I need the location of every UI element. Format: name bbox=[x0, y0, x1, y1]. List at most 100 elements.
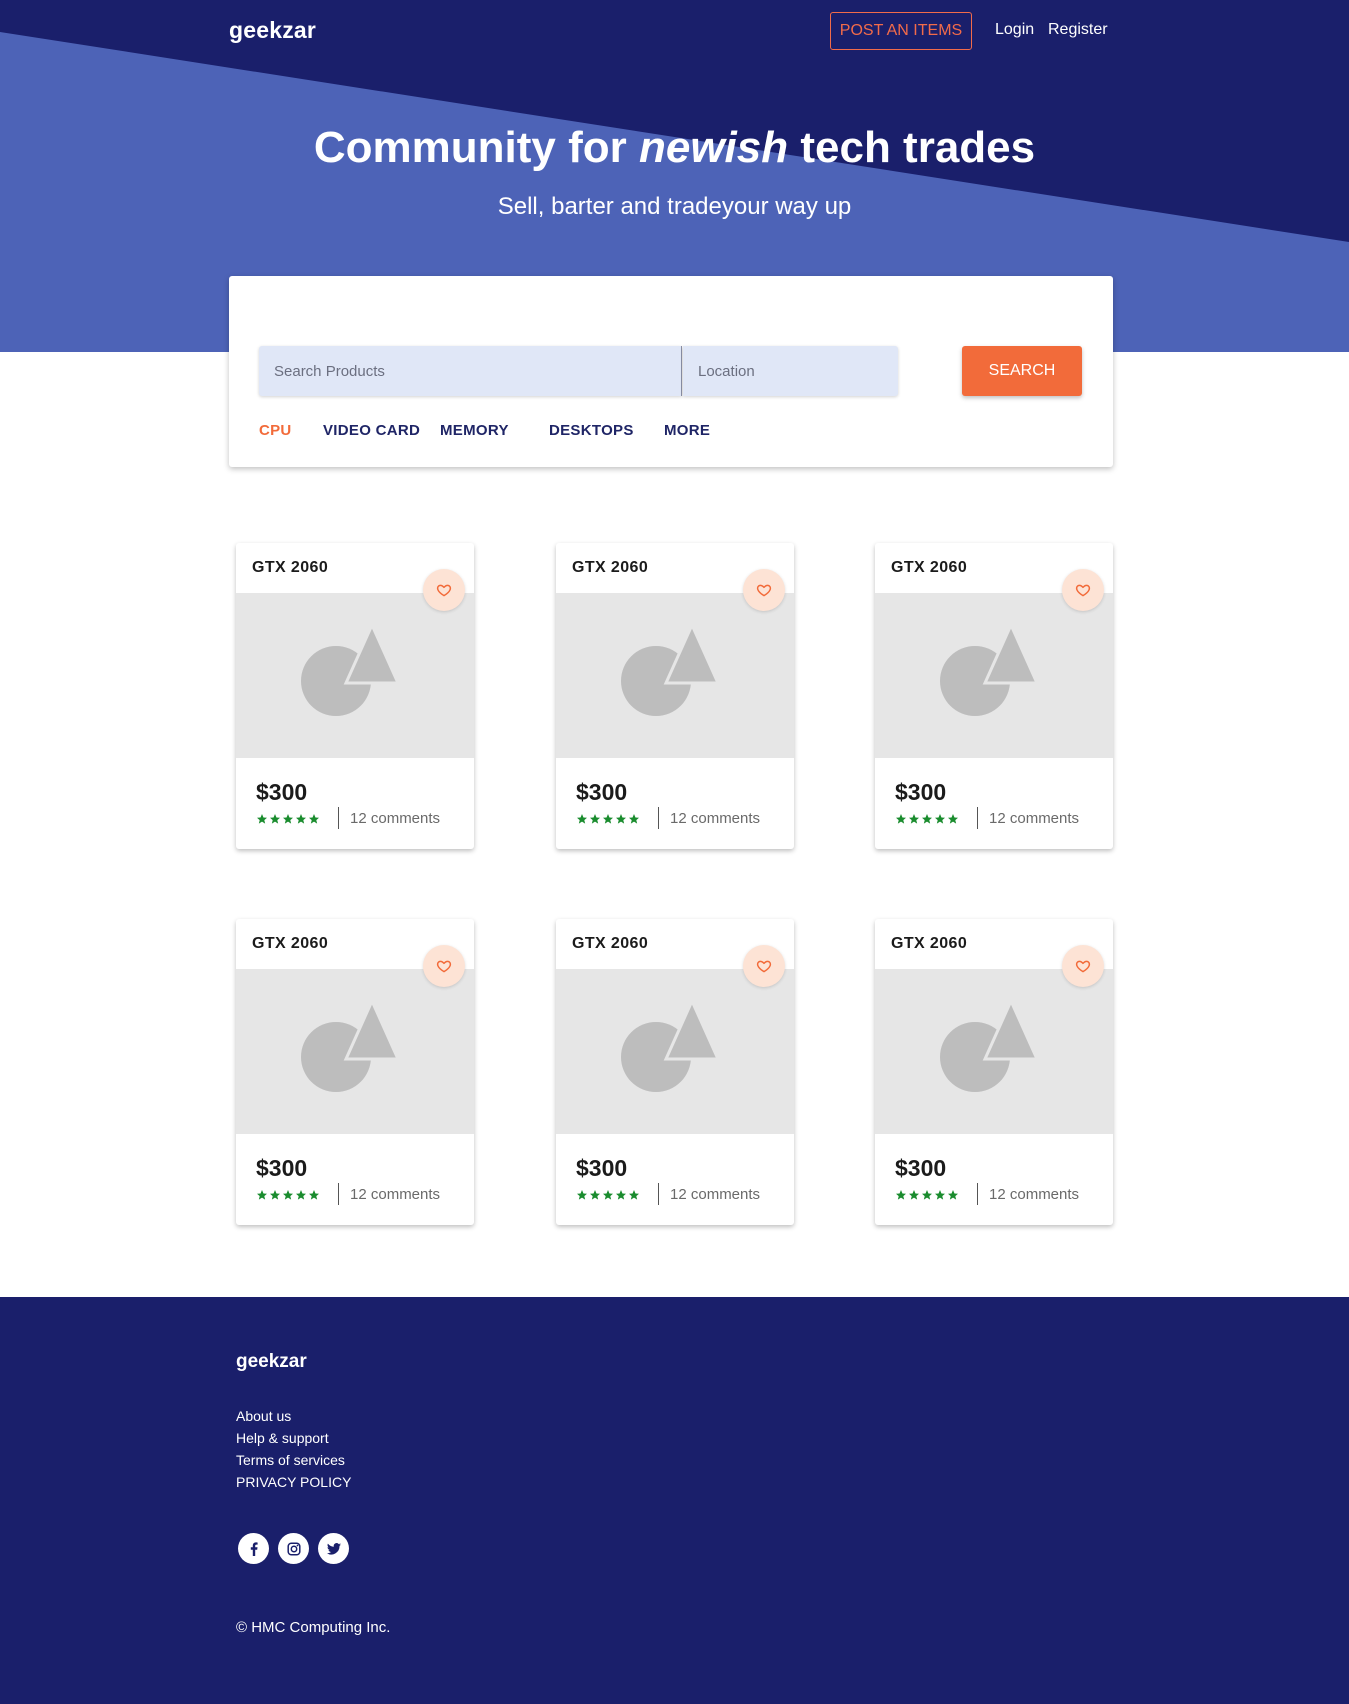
favorite-heart-icon[interactable] bbox=[1062, 945, 1104, 987]
star-icon bbox=[615, 1188, 628, 1202]
product-card[interactable]: GTX 2060 $300 12 comments bbox=[236, 543, 474, 849]
rating-divider bbox=[338, 1183, 339, 1205]
favorite-heart-icon[interactable] bbox=[743, 945, 785, 987]
category-desktops[interactable]: DESKTOPS bbox=[549, 422, 634, 439]
rating-divider bbox=[658, 807, 659, 829]
star-icon bbox=[947, 1188, 960, 1202]
product-title[interactable]: GTX 2060 bbox=[572, 559, 648, 577]
post-item-button[interactable]: POST AN ITEMS bbox=[830, 12, 972, 50]
category-memory[interactable]: MEMORY bbox=[440, 422, 509, 439]
location-input[interactable] bbox=[683, 346, 898, 396]
hero-title-part1: Community for bbox=[313, 123, 639, 172]
footer-logo[interactable]: geekzar bbox=[236, 1351, 307, 1373]
star-icon bbox=[908, 812, 921, 826]
footer-link-help[interactable]: Help & support bbox=[236, 1427, 351, 1449]
rating-stars bbox=[256, 812, 321, 826]
product-image-placeholder[interactable] bbox=[875, 593, 1113, 758]
product-card[interactable]: GTX 2060 $300 12 comments bbox=[875, 543, 1113, 849]
star-icon bbox=[895, 1188, 908, 1202]
product-price: $300 bbox=[895, 779, 947, 805]
star-icon bbox=[576, 812, 589, 826]
rating-stars bbox=[576, 1188, 641, 1202]
star-icon bbox=[295, 812, 308, 826]
star-icon bbox=[921, 1188, 934, 1202]
product-card[interactable]: GTX 2060 $300 12 comments bbox=[875, 919, 1113, 1225]
star-icon bbox=[602, 812, 615, 826]
instagram-icon[interactable] bbox=[278, 1533, 309, 1564]
product-price: $300 bbox=[256, 779, 308, 805]
product-price: $300 bbox=[256, 1155, 308, 1181]
product-title[interactable]: GTX 2060 bbox=[252, 559, 328, 577]
comments-link[interactable]: 12 comments bbox=[670, 810, 760, 827]
product-card[interactable]: GTX 2060 $300 12 comments bbox=[236, 919, 474, 1225]
product-price: $300 bbox=[576, 779, 628, 805]
product-title[interactable]: GTX 2060 bbox=[572, 935, 648, 953]
favorite-heart-icon[interactable] bbox=[423, 569, 465, 611]
product-price: $300 bbox=[576, 1155, 628, 1181]
twitter-icon[interactable] bbox=[318, 1533, 349, 1564]
star-icon bbox=[615, 812, 628, 826]
top-navbar: geekzar POST AN ITEMS Login Register bbox=[0, 0, 1349, 62]
rating-divider bbox=[977, 807, 978, 829]
product-card[interactable]: GTX 2060 $300 12 comments bbox=[556, 919, 794, 1225]
register-link[interactable]: Register bbox=[1048, 21, 1108, 39]
comments-link[interactable]: 12 comments bbox=[670, 1186, 760, 1203]
search-panel: SEARCH CPU VIDEO CARD MEMORY DESKTOPS MO… bbox=[229, 276, 1113, 467]
social-links bbox=[238, 1533, 358, 1564]
category-more[interactable]: MORE bbox=[664, 422, 710, 439]
site-logo[interactable]: geekzar bbox=[229, 17, 316, 44]
star-icon bbox=[934, 1188, 947, 1202]
star-icon bbox=[295, 1188, 308, 1202]
category-cpu[interactable]: CPU bbox=[259, 422, 292, 439]
product-image-placeholder[interactable] bbox=[236, 969, 474, 1134]
rating-stars bbox=[256, 1188, 321, 1202]
site-footer: geekzar About us Help & support Terms of… bbox=[0, 1297, 1349, 1704]
star-icon bbox=[269, 1188, 282, 1202]
product-image-placeholder[interactable] bbox=[875, 969, 1113, 1134]
star-icon bbox=[256, 1188, 269, 1202]
star-icon bbox=[256, 812, 269, 826]
search-products-input[interactable] bbox=[259, 346, 682, 396]
star-icon bbox=[934, 812, 947, 826]
product-image-placeholder[interactable] bbox=[236, 593, 474, 758]
star-icon bbox=[308, 812, 321, 826]
star-icon bbox=[589, 1188, 602, 1202]
star-icon bbox=[282, 812, 295, 826]
favorite-heart-icon[interactable] bbox=[423, 945, 465, 987]
product-title[interactable]: GTX 2060 bbox=[891, 559, 967, 577]
footer-links: About us Help & support Terms of service… bbox=[236, 1405, 351, 1493]
footer-link-privacy[interactable]: PRIVACY POLICY bbox=[236, 1471, 351, 1493]
rating-divider bbox=[338, 807, 339, 829]
product-image-placeholder[interactable] bbox=[556, 969, 794, 1134]
footer-link-terms[interactable]: Terms of services bbox=[236, 1449, 351, 1471]
product-title[interactable]: GTX 2060 bbox=[252, 935, 328, 953]
footer-link-about[interactable]: About us bbox=[236, 1405, 351, 1427]
facebook-icon[interactable] bbox=[238, 1533, 269, 1564]
category-video-card[interactable]: VIDEO CARD bbox=[323, 422, 420, 439]
product-card[interactable]: GTX 2060 $300 12 comments bbox=[556, 543, 794, 849]
copyright-text: © HMC Computing Inc. bbox=[236, 1619, 391, 1636]
product-title[interactable]: GTX 2060 bbox=[891, 935, 967, 953]
star-icon bbox=[282, 1188, 295, 1202]
comments-link[interactable]: 12 comments bbox=[989, 1186, 1079, 1203]
star-icon bbox=[269, 812, 282, 826]
star-icon bbox=[576, 1188, 589, 1202]
product-image-placeholder[interactable] bbox=[556, 593, 794, 758]
star-icon bbox=[628, 812, 641, 826]
star-icon bbox=[921, 812, 934, 826]
favorite-heart-icon[interactable] bbox=[1062, 569, 1104, 611]
rating-stars bbox=[576, 812, 641, 826]
search-button[interactable]: SEARCH bbox=[962, 346, 1082, 396]
comments-link[interactable]: 12 comments bbox=[350, 810, 440, 827]
comments-link[interactable]: 12 comments bbox=[350, 1186, 440, 1203]
login-link[interactable]: Login bbox=[995, 21, 1034, 39]
star-icon bbox=[602, 1188, 615, 1202]
comments-link[interactable]: 12 comments bbox=[989, 810, 1079, 827]
favorite-heart-icon[interactable] bbox=[743, 569, 785, 611]
rating-stars bbox=[895, 812, 960, 826]
rating-divider bbox=[977, 1183, 978, 1205]
star-icon bbox=[947, 812, 960, 826]
rating-stars bbox=[895, 1188, 960, 1202]
product-price: $300 bbox=[895, 1155, 947, 1181]
star-icon bbox=[628, 1188, 641, 1202]
